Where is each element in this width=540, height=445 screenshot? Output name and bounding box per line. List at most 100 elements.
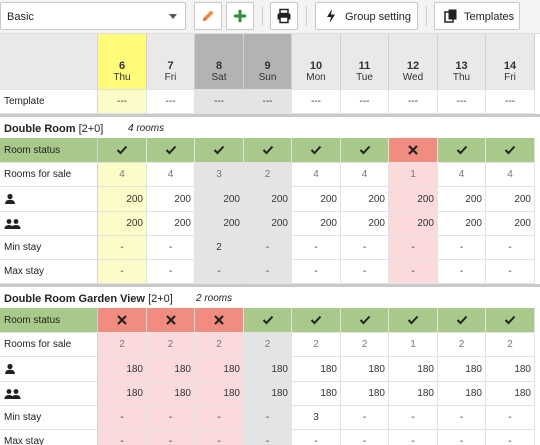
template-select[interactable]: Basic (0, 2, 186, 30)
price-cell[interactable]: 200 (98, 187, 147, 212)
min-stay-cell[interactable]: - (147, 236, 195, 260)
rooms-for-sale-cell[interactable]: 2 (341, 333, 389, 357)
room-status-cell[interactable] (195, 308, 244, 333)
price-cell[interactable]: 180 (341, 382, 389, 406)
templates-button[interactable]: Templates (434, 2, 520, 30)
min-stay-cell[interactable]: - (98, 236, 147, 260)
price-cell[interactable]: 180 (486, 382, 535, 406)
rooms-for-sale-cell[interactable]: 4 (98, 163, 147, 187)
min-stay-cell[interactable]: - (389, 236, 438, 260)
rooms-for-sale-cell[interactable]: 2 (147, 333, 195, 357)
min-stay-cell[interactable]: - (341, 236, 389, 260)
price-cell[interactable]: 180 (292, 382, 341, 406)
date-header-cell[interactable]: 7 Fri (147, 34, 195, 90)
min-stay-cell[interactable]: - (147, 406, 195, 430)
price-cell[interactable]: 180 (244, 382, 292, 406)
room-status-cell[interactable] (98, 308, 147, 333)
print-button[interactable] (270, 2, 298, 30)
add-button[interactable] (226, 2, 254, 30)
date-header-cell[interactable]: 12 Wed (389, 34, 438, 90)
date-header-cell[interactable]: 10 Mon (292, 34, 341, 90)
max-stay-cell[interactable]: - (389, 430, 438, 445)
room-status-cell[interactable] (147, 138, 195, 163)
min-stay-cell[interactable]: - (486, 236, 535, 260)
price-cell[interactable]: 180 (195, 382, 244, 406)
price-cell[interactable]: 180 (389, 382, 438, 406)
price-cell[interactable]: 200 (438, 187, 486, 212)
room-status-cell[interactable] (438, 138, 486, 163)
max-stay-cell[interactable]: - (486, 430, 535, 445)
price-cell[interactable]: 200 (486, 212, 535, 236)
template-cell[interactable]: --- (486, 90, 535, 114)
min-stay-cell[interactable]: - (195, 406, 244, 430)
price-cell[interactable]: 180 (147, 357, 195, 382)
rooms-for-sale-cell[interactable]: 2 (438, 333, 486, 357)
price-cell[interactable]: 180 (341, 357, 389, 382)
max-stay-cell[interactable]: - (438, 430, 486, 445)
template-cell[interactable]: --- (341, 90, 389, 114)
max-stay-cell[interactable]: - (98, 260, 147, 284)
room-status-cell[interactable] (147, 308, 195, 333)
room-status-cell[interactable] (98, 138, 147, 163)
min-stay-cell[interactable]: - (341, 406, 389, 430)
room-status-cell[interactable] (486, 138, 535, 163)
min-stay-cell[interactable]: - (244, 406, 292, 430)
price-cell[interactable]: 200 (147, 187, 195, 212)
price-cell[interactable]: 200 (438, 212, 486, 236)
rooms-for-sale-cell[interactable]: 4 (341, 163, 389, 187)
room-status-cell[interactable] (389, 138, 438, 163)
price-cell[interactable]: 180 (438, 357, 486, 382)
rooms-for-sale-cell[interactable]: 2 (98, 333, 147, 357)
price-cell[interactable]: 200 (486, 187, 535, 212)
rooms-for-sale-cell[interactable]: 4 (486, 163, 535, 187)
date-header-cell[interactable]: 8 Sat (195, 34, 244, 90)
price-cell[interactable]: 180 (486, 357, 535, 382)
max-stay-cell[interactable]: - (147, 430, 195, 445)
min-stay-cell[interactable]: - (292, 236, 341, 260)
template-cell[interactable]: --- (98, 90, 147, 114)
price-cell[interactable]: 200 (292, 212, 341, 236)
price-cell[interactable]: 200 (292, 187, 341, 212)
min-stay-cell[interactable]: 2 (195, 236, 244, 260)
date-header-cell[interactable]: 14 Fri (486, 34, 535, 90)
rooms-for-sale-cell[interactable]: 3 (195, 163, 244, 187)
price-cell[interactable]: 200 (195, 187, 244, 212)
rooms-for-sale-cell[interactable]: 4 (292, 163, 341, 187)
min-stay-cell[interactable]: - (438, 236, 486, 260)
min-stay-cell[interactable]: - (244, 236, 292, 260)
rooms-for-sale-cell[interactable]: 1 (389, 163, 438, 187)
price-cell[interactable]: 200 (244, 212, 292, 236)
edit-button[interactable] (194, 2, 222, 30)
date-header-cell[interactable]: 9 Sun (244, 34, 292, 90)
room-status-cell[interactable] (389, 308, 438, 333)
price-cell[interactable]: 200 (147, 212, 195, 236)
price-cell[interactable]: 200 (341, 212, 389, 236)
price-cell[interactable]: 200 (195, 212, 244, 236)
max-stay-cell[interactable]: - (195, 430, 244, 445)
price-cell[interactable]: 180 (389, 357, 438, 382)
min-stay-cell[interactable]: - (438, 406, 486, 430)
template-cell[interactable]: --- (195, 90, 244, 114)
price-cell[interactable]: 180 (195, 357, 244, 382)
date-header-cell[interactable]: 6 Thu (98, 34, 147, 90)
min-stay-cell[interactable]: - (389, 406, 438, 430)
template-cell[interactable]: --- (438, 90, 486, 114)
max-stay-cell[interactable]: - (195, 260, 244, 284)
price-cell[interactable]: 200 (98, 212, 147, 236)
max-stay-cell[interactable]: - (438, 260, 486, 284)
max-stay-cell[interactable]: - (341, 430, 389, 445)
rooms-for-sale-cell[interactable]: 1 (389, 333, 438, 357)
min-stay-cell[interactable]: - (486, 406, 535, 430)
date-header-cell[interactable]: 13 Thu (438, 34, 486, 90)
max-stay-cell[interactable]: - (389, 260, 438, 284)
max-stay-cell[interactable]: - (244, 260, 292, 284)
rooms-for-sale-cell[interactable]: 2 (292, 333, 341, 357)
rooms-for-sale-cell[interactable]: 2 (244, 163, 292, 187)
price-cell[interactable]: 180 (98, 357, 147, 382)
room-status-cell[interactable] (244, 138, 292, 163)
group-setting-button[interactable]: Group setting (315, 2, 418, 30)
room-status-cell[interactable] (244, 308, 292, 333)
price-cell[interactable]: 180 (244, 357, 292, 382)
room-status-cell[interactable] (486, 308, 535, 333)
max-stay-cell[interactable]: - (341, 260, 389, 284)
